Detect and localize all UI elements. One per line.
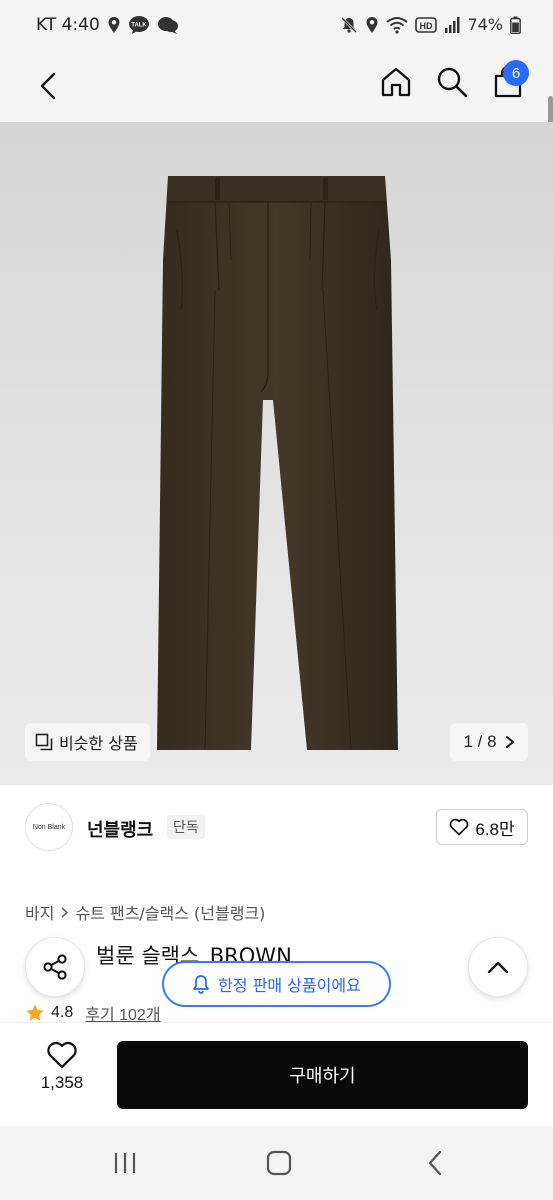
status-bar: KT 4:40 TALK HD 74% [0, 0, 553, 52]
chevron-right-icon [505, 736, 515, 748]
similar-products-icon [35, 733, 53, 751]
brand-row: Non Blank 넌블랭크 단독 6.8만 [0, 785, 553, 873]
status-right: HD 74% [340, 15, 521, 34]
svg-text:HD: HD [420, 21, 433, 31]
system-back-button[interactable] [418, 1148, 452, 1178]
breadcrumb-category[interactable]: 바지 [25, 900, 54, 924]
home-button[interactable] [376, 62, 416, 102]
rating-value: 4.8 [51, 1004, 74, 1021]
brand-like-count: 6.8만 [475, 819, 515, 839]
system-navigation-bar [0, 1126, 553, 1200]
limited-sale-text: 한정 판매 상품이에요 [218, 976, 361, 995]
talk-bubble-icon: TALK [128, 15, 150, 35]
bottom-purchase-bar: 1,358 구매하기 [0, 1022, 553, 1126]
svg-text:TALK: TALK [131, 23, 147, 29]
home-square-icon [266, 1150, 292, 1176]
page-counter-text: 1 / 8 [463, 732, 497, 751]
recent-apps-button[interactable] [108, 1148, 142, 1178]
star-icon [26, 1004, 44, 1021]
brand-like-button[interactable]: 6.8만 [436, 809, 528, 845]
chevron-up-icon [487, 961, 509, 974]
breadcrumb-subcategory[interactable]: 슈트 팬츠/슬랙스 (넌블랭크) [75, 900, 265, 924]
hd-icon: HD [415, 16, 438, 34]
wishlist-button[interactable]: 1,358 [24, 1041, 100, 1105]
bell-icon [193, 975, 210, 994]
heart-icon [47, 1041, 77, 1069]
brand-logo[interactable]: Non Blank [25, 803, 73, 851]
exclusive-badge: 단독 [167, 815, 205, 839]
share-icon [43, 954, 67, 980]
buy-button[interactable]: 구매하기 [117, 1041, 528, 1109]
status-left: KT 4:40 TALK [36, 15, 179, 35]
limited-sale-toast: 한정 판매 상품이에요 [162, 961, 391, 1007]
breadcrumb: 바지 슈트 팬츠/슬랙스 (넌블랭크) [25, 900, 265, 924]
chevron-right-icon [61, 906, 69, 918]
image-page-counter[interactable]: 1 / 8 [450, 723, 528, 761]
wishlist-count: 1,358 [40, 1073, 84, 1092]
brand-logo-text: Non Blank [32, 823, 66, 831]
share-button[interactable] [25, 937, 85, 997]
location-icon [365, 16, 379, 34]
heart-icon [450, 818, 469, 836]
back-arrow-icon [40, 72, 56, 100]
carrier-time: KT 4:40 [36, 15, 100, 35]
similar-products-button[interactable]: 비슷한 상품 [25, 723, 150, 761]
search-icon [437, 67, 468, 98]
search-button[interactable] [432, 62, 472, 102]
location-pin-icon [107, 16, 121, 34]
cart-count-badge: 6 [503, 60, 529, 86]
brand-name[interactable]: 넌블랭크 [87, 816, 153, 842]
similar-products-label: 비슷한 상품 [59, 734, 138, 753]
home-icon [381, 67, 411, 97]
battery-icon [510, 16, 521, 34]
scroll-to-top-button[interactable] [468, 937, 528, 997]
chat-icon [157, 15, 179, 35]
back-button[interactable] [28, 66, 68, 106]
back-chevron-icon [428, 1150, 442, 1176]
battery-percent: 74% [467, 15, 503, 34]
top-nav [0, 52, 553, 160]
product-image [157, 176, 398, 751]
system-home-button[interactable] [262, 1148, 296, 1178]
wifi-icon [386, 16, 409, 34]
recent-apps-icon [114, 1153, 136, 1173]
product-image-gallery[interactable]: 비슷한 상품 1 / 8 [0, 122, 553, 785]
mute-icon [340, 16, 358, 34]
signal-icon [444, 16, 460, 34]
